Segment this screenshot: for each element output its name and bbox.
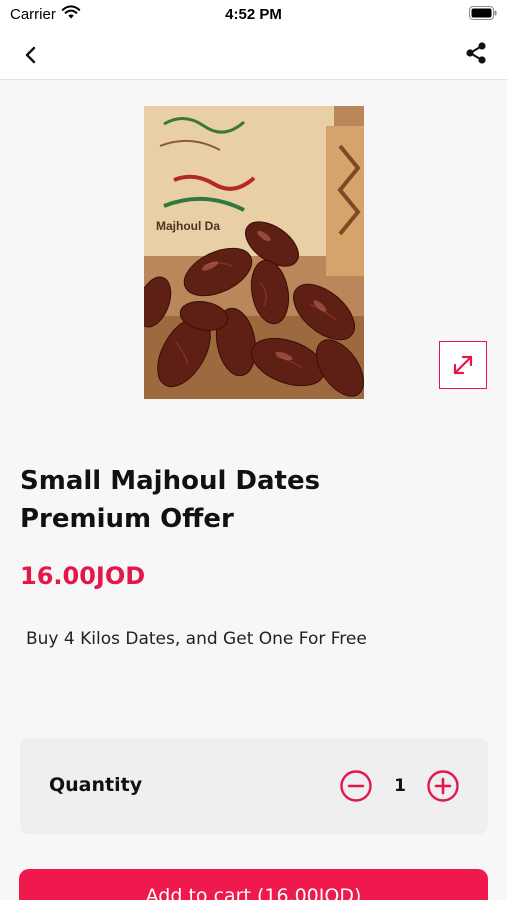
chevron-left-icon bbox=[25, 46, 36, 64]
status-bar: Carrier 4:52 PM bbox=[0, 0, 507, 30]
status-time: 4:52 PM bbox=[225, 6, 282, 23]
share-icon bbox=[466, 42, 486, 64]
expand-image-button[interactable] bbox=[439, 341, 487, 389]
navigation-bar bbox=[0, 30, 507, 80]
decrease-quantity-button[interactable] bbox=[340, 770, 372, 802]
plus-circle-icon bbox=[427, 770, 459, 802]
quantity-value: 1 bbox=[394, 776, 406, 796]
increase-quantity-button[interactable] bbox=[427, 770, 459, 802]
minus-circle-icon bbox=[340, 770, 372, 802]
expand-icon bbox=[453, 355, 473, 375]
product-description: Buy 4 Kilos Dates, and Get One For Free bbox=[26, 629, 367, 649]
product-title: Small Majhoul Dates Premium Offer bbox=[20, 466, 321, 534]
image-box-text: Majhoul Da bbox=[156, 219, 220, 233]
quantity-card: Quantity 1 bbox=[20, 738, 488, 834]
quantity-label: Quantity bbox=[49, 774, 143, 796]
battery-icon bbox=[469, 6, 497, 20]
back-button[interactable] bbox=[16, 40, 46, 70]
share-button[interactable] bbox=[461, 38, 491, 68]
product-image: Majhoul Da bbox=[144, 106, 364, 399]
product-price: 16.00JOD bbox=[20, 562, 146, 590]
add-to-cart-button[interactable]: Add to cart (16.00JOD) bbox=[19, 869, 488, 900]
